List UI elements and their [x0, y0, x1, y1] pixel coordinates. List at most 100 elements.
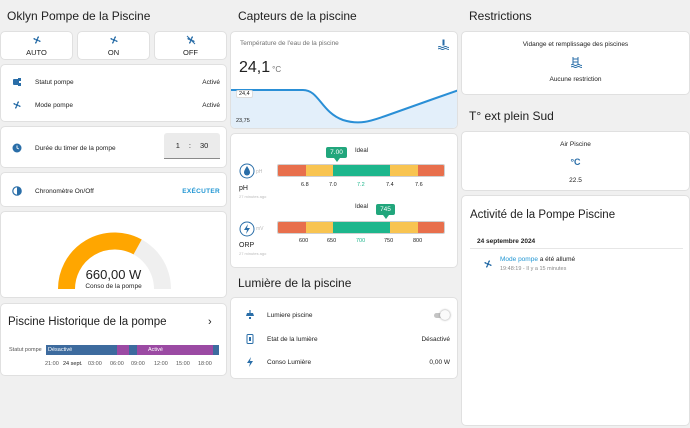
- ph-zone-ideal: [333, 165, 390, 176]
- light-row-state[interactable]: Etat de la lumière Désactivé: [245, 334, 450, 344]
- ph-marker: [334, 158, 340, 162]
- ph-zone-low: [278, 165, 306, 176]
- orp-tick: 650: [327, 238, 337, 244]
- status-value: Activé: [202, 78, 220, 86]
- chrono-row: Chronomètre On/Off EXÉCUTER: [12, 186, 220, 196]
- chrono-card: Chronomètre On/Off EXÉCUTER: [0, 172, 227, 207]
- water-quality-card: pH pH 27 minutes ago Ideal 7.00 6.8 7.0 …: [230, 133, 458, 268]
- orp-scale-bar: [277, 221, 445, 234]
- ph-tick: 7.4: [386, 182, 394, 188]
- history-seg-off-end[interactable]: [213, 345, 219, 355]
- history-tick: 21:00: [45, 361, 59, 367]
- mode-auto-button[interactable]: AUTO: [0, 31, 73, 60]
- status-row-statut[interactable]: Statut pompe Activé: [12, 77, 220, 87]
- orp-zone-ideal: [333, 222, 390, 233]
- history-title[interactable]: Piscine Historique de la pompe: [8, 316, 167, 328]
- activity-divider: [470, 248, 683, 249]
- mode-auto-label: AUTO: [26, 48, 47, 57]
- timer-card: Durée du timer de la pompe 1 : 30: [0, 126, 227, 168]
- ph-tick: 6.8: [301, 182, 309, 188]
- temp-area: [231, 90, 457, 128]
- history-timeline[interactable]: Désactivé Activé: [46, 345, 219, 355]
- ph-tick: 7.2: [357, 182, 365, 188]
- history-seg-on[interactable]: Activé: [137, 345, 213, 355]
- activity-entity-link[interactable]: Mode pompe: [500, 256, 538, 263]
- ph-label: pH: [239, 185, 248, 192]
- air-value: 22.5: [569, 177, 582, 184]
- light-switch-icon: [245, 334, 255, 344]
- celsius-icon: °C: [570, 157, 581, 167]
- fan-icon: [109, 35, 119, 45]
- section-title-restrictions: Restrictions: [469, 9, 532, 23]
- status-label: Mode pompe: [35, 101, 73, 109]
- chrono-label: Chronomètre On/Off: [35, 187, 94, 195]
- ph-scale-bar: [277, 164, 445, 177]
- section-title-pump: Oklyn Pompe de la Piscine: [7, 9, 151, 23]
- restriction-value: Aucune restriction: [549, 76, 602, 83]
- air-temp-card[interactable]: Air Piscine °C 22.5: [461, 131, 690, 191]
- activity-message: a été allumé: [537, 256, 576, 263]
- ph-tick: 7.0: [329, 182, 337, 188]
- timer-input[interactable]: 1 : 30: [164, 133, 220, 159]
- history-tick: 03:00: [88, 361, 102, 367]
- mode-on-button[interactable]: ON: [77, 31, 150, 60]
- air-label: Air Piscine: [560, 141, 591, 148]
- chevron-right-icon[interactable]: ›: [208, 316, 212, 328]
- restriction-label: Vidange et remplissage des piscines: [522, 41, 629, 48]
- section-title-outdoor-temp: T° ext plein Sud: [469, 109, 554, 123]
- orp-ideal-label: Ideal: [355, 204, 369, 210]
- history-tick: 12:00: [154, 361, 168, 367]
- light-row-value: 0,00 W: [429, 358, 450, 366]
- history-tick: 18:00: [198, 361, 212, 367]
- activity-date: 24 septembre 2024: [477, 238, 536, 245]
- orp-icon: [239, 221, 255, 237]
- light-row-label: Lumiere piscine: [267, 311, 313, 319]
- orp-tick: 600: [299, 238, 309, 244]
- activity-title: Activité de la Pompe Piscine: [470, 209, 616, 221]
- orp-zone-warn-high: [390, 222, 418, 233]
- light-toggle-switch[interactable]: [434, 310, 450, 320]
- history-seg-on-short[interactable]: [117, 345, 129, 355]
- pump-status-card: Statut pompe Activé Mode pompe Activé: [0, 64, 227, 122]
- section-title-sensors: Capteurs de la piscine: [238, 9, 357, 23]
- timer-icon: [12, 186, 22, 196]
- fan-icon: [483, 259, 493, 269]
- activity-time: 19:48:19 - Il y a 15 minutes: [500, 266, 567, 272]
- light-card: Lumiere piscine Etat de la lumière Désac…: [230, 297, 458, 379]
- ph-tick: 7.6: [415, 182, 423, 188]
- section-title-light: Lumière de la piscine: [238, 276, 352, 290]
- pool-icon: [571, 57, 582, 68]
- ph-zone-high: [418, 165, 444, 176]
- mode-off-button[interactable]: OFF: [154, 31, 227, 60]
- fan-off-icon: [186, 35, 196, 45]
- history-seg-off[interactable]: Désactivé: [46, 345, 117, 355]
- light-row-power[interactable]: Conso Lumière 0,00 W: [245, 357, 450, 367]
- timer-minutes[interactable]: 30: [200, 141, 208, 150]
- orp-zone-high: [418, 222, 444, 233]
- light-row-label: Conso Lumière: [267, 358, 312, 366]
- fan-auto-icon: [32, 35, 42, 45]
- temp-sparkline: [231, 89, 457, 128]
- orp-label: ORP: [239, 242, 255, 249]
- timer-hours[interactable]: 1: [176, 141, 180, 150]
- history-tick: 09:00: [131, 361, 145, 367]
- gauge-card: 660,00 W Conso de la pompe: [0, 211, 227, 298]
- light-row-label: Etat de la lumière: [267, 335, 318, 343]
- ph-zone-warn-low: [306, 165, 333, 176]
- temp-min-label: 23,75: [236, 118, 250, 124]
- timer-label: Durée du timer de la pompe: [35, 144, 116, 152]
- orp-marker: [383, 215, 389, 219]
- history-seg-off-short[interactable]: [129, 345, 137, 355]
- timer-row: Durée du timer de la pompe: [12, 143, 116, 153]
- orp-tick: 750: [384, 238, 394, 244]
- history-card: Piscine Historique de la pompe › Statut …: [0, 303, 227, 376]
- water-temp-card[interactable]: Température de l'eau de la piscine 24,1 °…: [230, 31, 458, 129]
- ceiling-light-icon: [245, 310, 255, 320]
- ph-ideal-label: Ideal: [355, 148, 369, 154]
- restriction-card[interactable]: Vidange et remplissage des piscines Aucu…: [461, 31, 690, 95]
- orp-tick: 800: [413, 238, 423, 244]
- execute-button[interactable]: EXÉCUTER: [182, 188, 220, 195]
- status-row-mode[interactable]: Mode pompe Activé: [12, 100, 220, 110]
- history-tick: 15:00: [176, 361, 190, 367]
- light-row-toggle[interactable]: Lumiere piscine: [245, 310, 450, 320]
